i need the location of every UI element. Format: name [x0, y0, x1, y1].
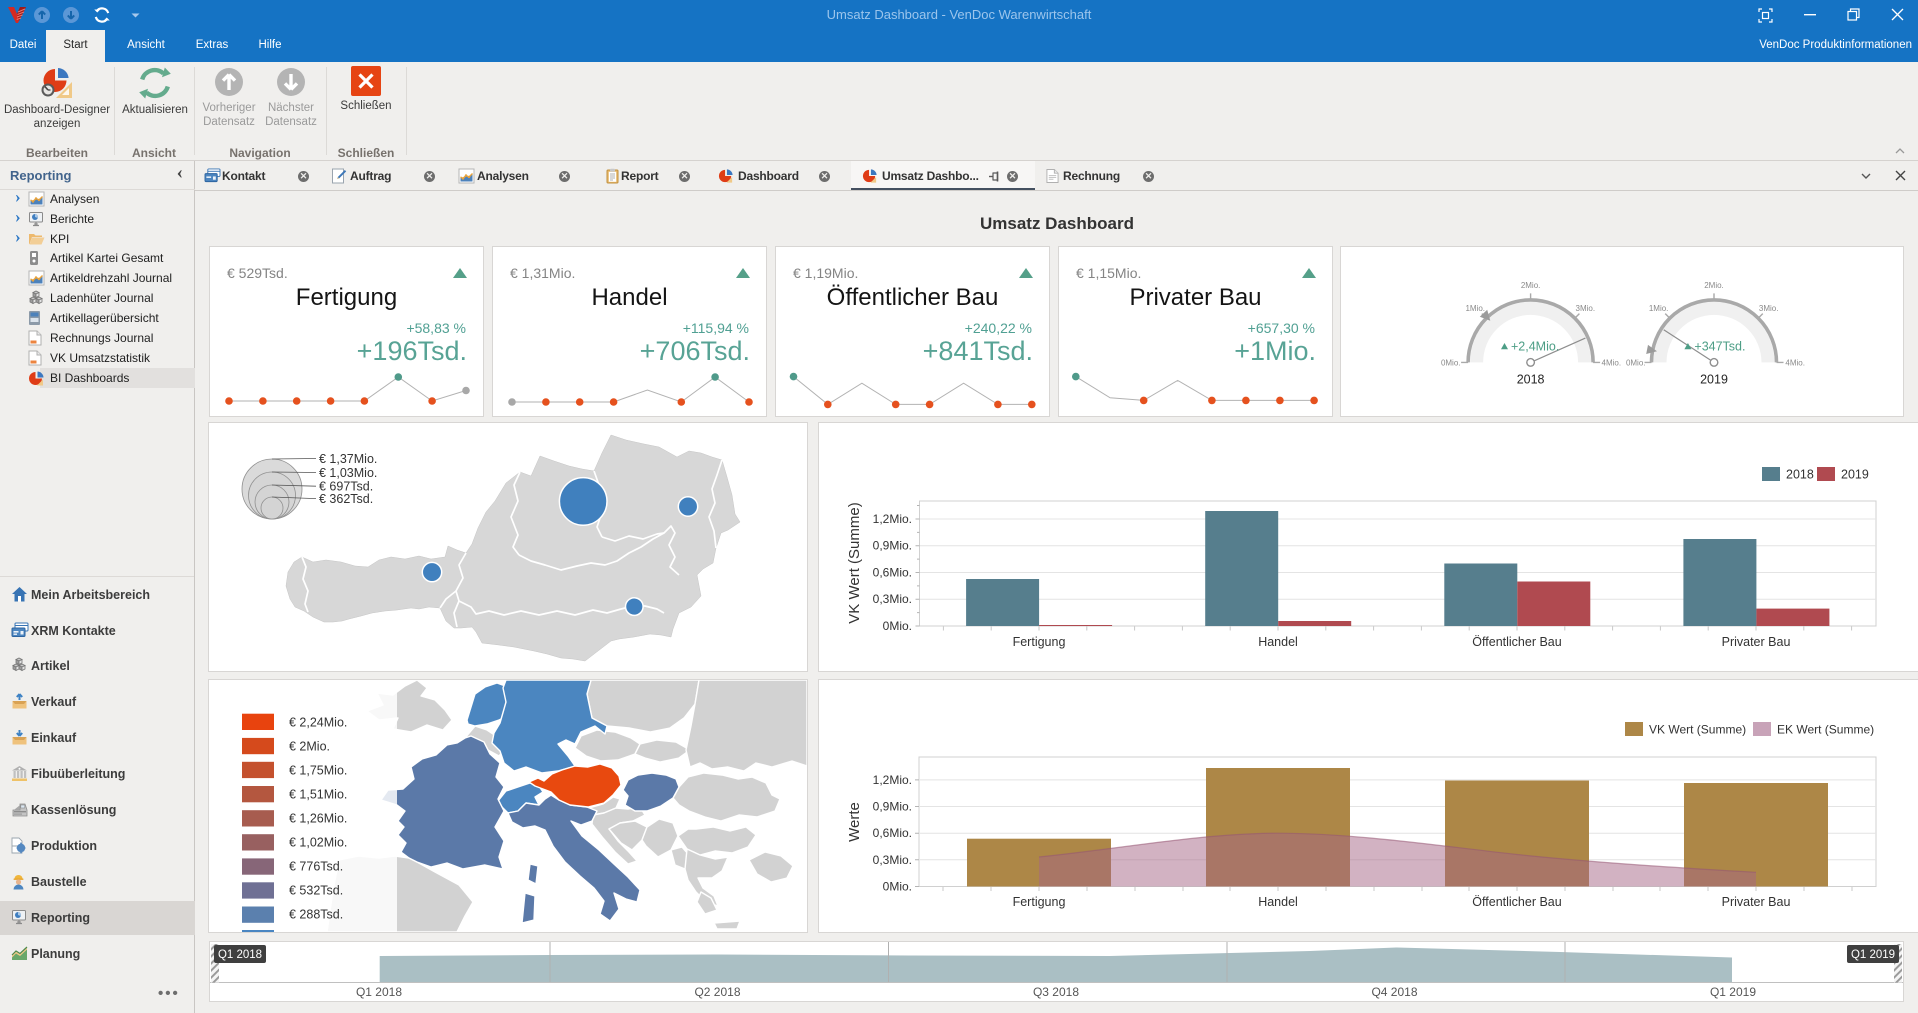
svg-text:Q4 2018: Q4 2018	[1371, 985, 1417, 999]
svg-text:0,6Mio.: 0,6Mio.	[873, 826, 912, 840]
svg-text:€ 288Tsd.: € 288Tsd.	[289, 908, 343, 922]
svg-text:2018: 2018	[1786, 468, 1814, 482]
svg-text:Handel: Handel	[1258, 635, 1298, 649]
svg-text:Privater Bau: Privater Bau	[1722, 635, 1791, 649]
svg-text:2Mio.: 2Mio.	[1704, 281, 1724, 290]
svg-text:4Mio.: 4Mio.	[1602, 359, 1622, 368]
svg-text:€ 532Tsd.: € 532Tsd.	[289, 884, 343, 898]
svg-text:1Mio.: 1Mio.	[1649, 304, 1669, 313]
svg-text:1,2Mio.: 1,2Mio.	[873, 512, 912, 526]
svg-text:+347Tsd.: +347Tsd.	[1694, 340, 1745, 354]
svg-text:2Mio.: 2Mio.	[1521, 281, 1541, 290]
svg-text:Handel: Handel	[1258, 895, 1298, 909]
svg-text:Werte: Werte	[846, 802, 863, 842]
svg-text:0Mio.: 0Mio.	[1441, 359, 1461, 368]
svg-text:Q1 2019: Q1 2019	[1851, 949, 1895, 961]
svg-text:Q1 2018: Q1 2018	[218, 949, 262, 961]
svg-text:+2,4Mio.: +2,4Mio.	[1511, 340, 1559, 354]
svg-text:€ 2Mio.: € 2Mio.	[289, 740, 330, 754]
svg-text:3Mio.: 3Mio.	[1576, 304, 1596, 313]
svg-text:€ 776Tsd.: € 776Tsd.	[289, 860, 343, 874]
svg-text:0,6Mio.: 0,6Mio.	[873, 566, 912, 580]
svg-text:€ 1,37Mio.: € 1,37Mio.	[319, 452, 377, 466]
svg-text:0,9Mio.: 0,9Mio.	[873, 539, 912, 553]
svg-text:2018: 2018	[1517, 373, 1545, 387]
svg-text:VK Wert (Summe): VK Wert (Summe)	[846, 502, 863, 623]
svg-text:0,3Mio.: 0,3Mio.	[873, 592, 912, 606]
svg-text:€ 1,02Mio.: € 1,02Mio.	[289, 836, 347, 850]
svg-text:Q1 2018: Q1 2018	[356, 985, 402, 999]
svg-text:Fertigung: Fertigung	[1013, 635, 1066, 649]
svg-text:1,2Mio.: 1,2Mio.	[873, 773, 912, 787]
svg-text:0,3Mio.: 0,3Mio.	[873, 853, 912, 867]
svg-text:0Mio.: 0Mio.	[1626, 359, 1646, 368]
svg-text:€ 1,75Mio.: € 1,75Mio.	[289, 764, 347, 778]
svg-text:2019: 2019	[1841, 468, 1869, 482]
svg-text:€ 1,26Mio.: € 1,26Mio.	[289, 812, 347, 826]
svg-text:€ 2,24Mio.: € 2,24Mio.	[289, 716, 347, 730]
svg-text:3Mio.: 3Mio.	[1759, 304, 1779, 313]
svg-text:4Mio.: 4Mio.	[1785, 359, 1805, 368]
svg-text:Fertigung: Fertigung	[1013, 895, 1066, 909]
svg-text:2019: 2019	[1700, 373, 1728, 387]
svg-text:0,9Mio.: 0,9Mio.	[873, 800, 912, 814]
svg-text:€ 362Tsd.: € 362Tsd.	[319, 492, 373, 506]
svg-text:Q2 2018: Q2 2018	[694, 985, 740, 999]
svg-text:Q3 2018: Q3 2018	[1033, 985, 1079, 999]
svg-text:EK Wert (Summe): EK Wert (Summe)	[1777, 723, 1874, 737]
svg-text:€ 1,03Mio.: € 1,03Mio.	[319, 466, 377, 480]
svg-text:VK Wert (Summe): VK Wert (Summe)	[1649, 723, 1746, 737]
svg-text:Privater Bau: Privater Bau	[1722, 895, 1791, 909]
svg-text:0Mio.: 0Mio.	[883, 880, 912, 894]
svg-text:Öffentlicher Bau: Öffentlicher Bau	[1472, 895, 1561, 909]
svg-text:Öffentlicher Bau: Öffentlicher Bau	[1472, 635, 1561, 649]
svg-text:1Mio.: 1Mio.	[1465, 304, 1485, 313]
svg-text:0Mio.: 0Mio.	[883, 619, 912, 633]
svg-text:Q1 2019: Q1 2019	[1710, 985, 1756, 999]
svg-text:€ 1,51Mio.: € 1,51Mio.	[289, 788, 347, 802]
